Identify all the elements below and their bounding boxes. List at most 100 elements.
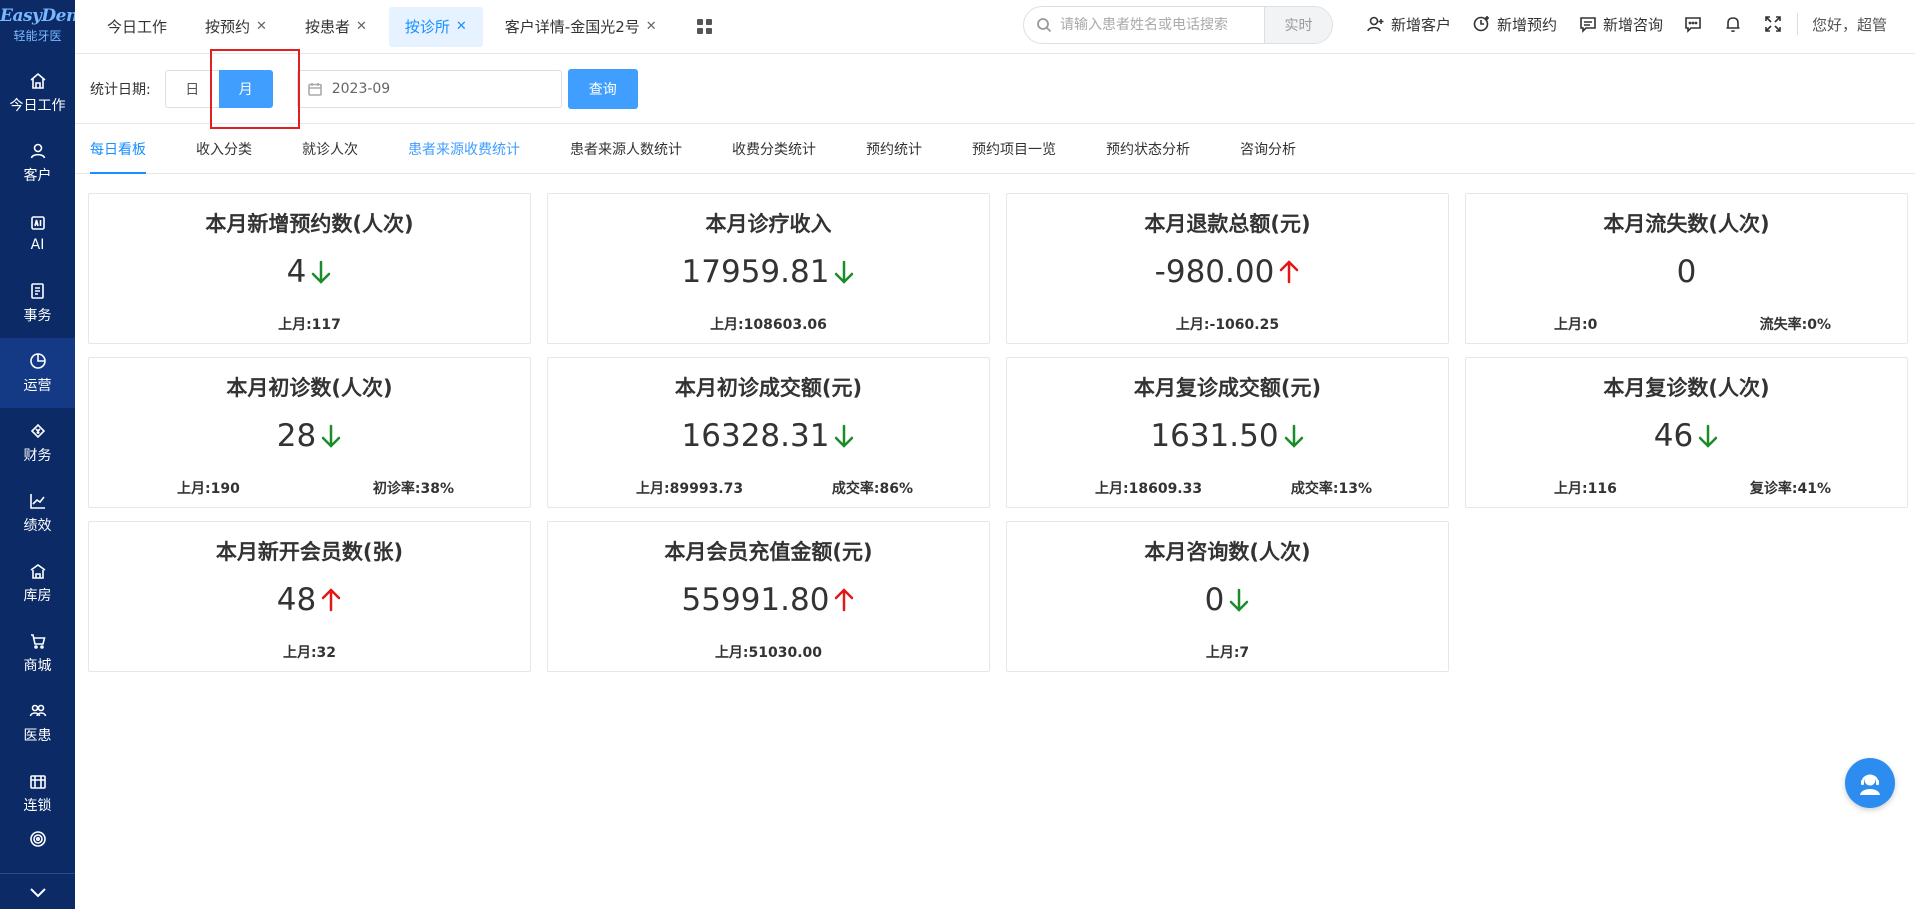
search-mode-button[interactable]: 实时 (1264, 7, 1332, 43)
kpi-card: 本月退款总额(元) -980.00 上月:-1060.25 (1006, 193, 1449, 344)
chevron-down-icon (29, 887, 46, 897)
add-user-icon (1367, 16, 1384, 32)
subtab-visit-count[interactable]: 就诊人次 (302, 124, 358, 173)
new-appointment-button[interactable]: 新增预约 (1473, 14, 1557, 35)
close-icon[interactable]: ✕ (456, 19, 467, 34)
month-option[interactable]: 月 (218, 69, 273, 108)
subtab-appointment-stats[interactable]: 预约统计 (866, 124, 922, 173)
customer-service-button[interactable] (1845, 758, 1895, 808)
tab-by-appointment[interactable]: 按预约 ✕ (189, 7, 283, 47)
sidebar-collapse-toggle[interactable] (0, 873, 75, 909)
top-bar: 今日工作 按预约 ✕ 按患者 ✕ 按诊所 ✕ 客户详情-金国光2号 ✕ 实时 新增客户 … (75, 0, 1915, 54)
sidebar-item-performance[interactable]: 绩效 (0, 478, 75, 548)
kpi-footer: 上月:-1060.25 (1007, 314, 1448, 334)
kpi-value-row: 48 (89, 582, 530, 618)
sidebar-item-label: 今日工作 (9, 97, 66, 114)
month-picker[interactable]: 2023-09 (296, 69, 562, 108)
fullscreen-button[interactable] (1763, 14, 1783, 34)
query-button[interactable]: 查询 (567, 68, 638, 109)
grid-menu-icon[interactable] (696, 18, 713, 35)
subtab-appointment-status[interactable]: 预约状态分析 (1106, 124, 1190, 173)
kpi-value: 48 (276, 582, 317, 618)
kpi-footer: 上月:51030.00 (548, 642, 989, 662)
task-icon (30, 282, 44, 299)
subtab-daily-board[interactable]: 每日看板 (90, 124, 146, 174)
close-icon[interactable]: ✕ (646, 19, 657, 34)
kpi-last-month: 上月:89993.73 (636, 481, 744, 497)
sidebar-item-operations[interactable]: 运营 (0, 338, 75, 408)
sidebar-item-affairs[interactable]: 事务 (0, 268, 75, 338)
arrow-down-icon (835, 260, 854, 284)
subtab-charge-category[interactable]: 收费分类统计 (732, 124, 816, 173)
kpi-value-row: 16328.31 (548, 418, 989, 454)
arrow-up-icon (1280, 260, 1299, 284)
notification-button[interactable] (1723, 14, 1743, 34)
subtab-source-charge[interactable]: 患者来源收费统计 (408, 124, 520, 173)
kpi-last-month: 上月:0 (1554, 317, 1598, 333)
sidebar-item-warehouse[interactable]: 库房 (0, 548, 75, 618)
kpi-value-row: 46 (1466, 418, 1907, 454)
close-icon[interactable]: ✕ (356, 19, 367, 34)
day-option[interactable]: 日 (164, 69, 219, 108)
tab-today-work[interactable]: 今日工作 (91, 7, 183, 47)
subtab-consult-analysis[interactable]: 咨询分析 (1240, 124, 1296, 173)
kpi-value-row: 0 (1007, 582, 1448, 618)
sidebar-item-label: 事务 (23, 307, 52, 324)
close-icon[interactable]: ✕ (256, 19, 267, 34)
date-granularity-toggle: 日 月 (164, 69, 273, 108)
filter-bar: 统计日期: 日 月 2023-09 查询 (75, 54, 1915, 124)
home-icon (29, 72, 46, 89)
kpi-card: 本月复诊成交额(元) 1631.50 上月:18609.33 成交率:13% (1006, 357, 1449, 508)
kpi-rate: 成交率:13% (1290, 481, 1372, 497)
subtab-appointment-items[interactable]: 预约项目一览 (972, 124, 1056, 173)
new-consult-label: 新增咨询 (1603, 15, 1664, 34)
new-consult-button[interactable]: 新增咨询 (1579, 14, 1663, 35)
kpi-last-month: 上月:18609.33 (1095, 481, 1203, 497)
arrow-down-icon (1698, 424, 1718, 448)
app-logo[interactable]: EasyDent 轻能牙医 (0, 0, 86, 58)
kpi-title: 本月初诊成交额(元) (674, 376, 863, 400)
sidebar-item-mall[interactable]: 商城 (0, 618, 75, 688)
sidebar-item-more[interactable] (0, 828, 75, 858)
sidebar-item-label: 绩效 (23, 517, 52, 534)
kpi-value: 55991.80 (681, 582, 830, 618)
sidebar-item-customer[interactable]: 客户 (0, 128, 75, 198)
user-greeting[interactable]: 您好，超管 (1812, 14, 1887, 35)
tab-customer-detail[interactable]: 客户详情-金国光2号 ✕ (489, 7, 673, 47)
subtab-source-count[interactable]: 患者来源人数统计 (570, 124, 682, 173)
kpi-value-row: 1631.50 (1007, 418, 1448, 454)
kpi-value-row: 0 (1466, 254, 1907, 290)
chat-button[interactable] (1683, 14, 1703, 34)
new-customer-button[interactable]: 新增客户 (1367, 14, 1451, 35)
kpi-last-month: 上月:108603.06 (710, 317, 827, 333)
sidebar-item-today-work[interactable]: 今日工作 (0, 58, 75, 128)
tab-by-clinic[interactable]: 按诊所 ✕ (388, 6, 483, 47)
sidebar-item-finance[interactable]: 财务 (0, 408, 75, 478)
kpi-rate: 初诊率:38% (372, 481, 454, 497)
kpi-last-month: 上月:190 (177, 481, 240, 497)
kpi-title: 本月复诊成交额(元) (1133, 376, 1322, 400)
subtab-income-category[interactable]: 收入分类 (196, 124, 252, 173)
search-input[interactable] (1060, 17, 1260, 33)
kpi-title: 本月诊疗收入 (705, 212, 832, 236)
sidebar-item-chain[interactable]: 连锁 (0, 758, 75, 828)
kpi-value-row: 4 (89, 254, 530, 290)
sidebar-item-doctor-patient[interactable]: 医患 (0, 688, 75, 758)
kpi-footer: 上月:108603.06 (548, 314, 989, 334)
divider (1797, 13, 1799, 35)
trend-icon (29, 493, 45, 509)
kpi-value-row: 55991.80 (548, 582, 989, 618)
page-tabs: 今日工作 按预约 ✕ 按患者 ✕ 按诊所 ✕ 客户详情-金国光2号 ✕ (75, 0, 713, 54)
logo-main-text: EasyDent (0, 6, 86, 26)
arrow-up-icon (835, 588, 854, 612)
sidebar-item-label: 库房 (23, 587, 52, 604)
kpi-card: 本月流失数(人次) 0 上月:0 流失率:0% (1465, 193, 1908, 344)
sidebar-item-ai[interactable]: AI (0, 198, 75, 268)
kpi-value: 4 (286, 254, 307, 290)
kpi-value: 16328.31 (681, 418, 830, 454)
sidebar-item-label: 运营 (23, 377, 52, 394)
tab-by-patient[interactable]: 按患者 ✕ (289, 7, 383, 47)
sidebar-item-label: 财务 (23, 447, 52, 464)
sidebar-item-label: 商城 (23, 657, 52, 674)
kpi-rate: 成交率:86% (831, 481, 913, 497)
